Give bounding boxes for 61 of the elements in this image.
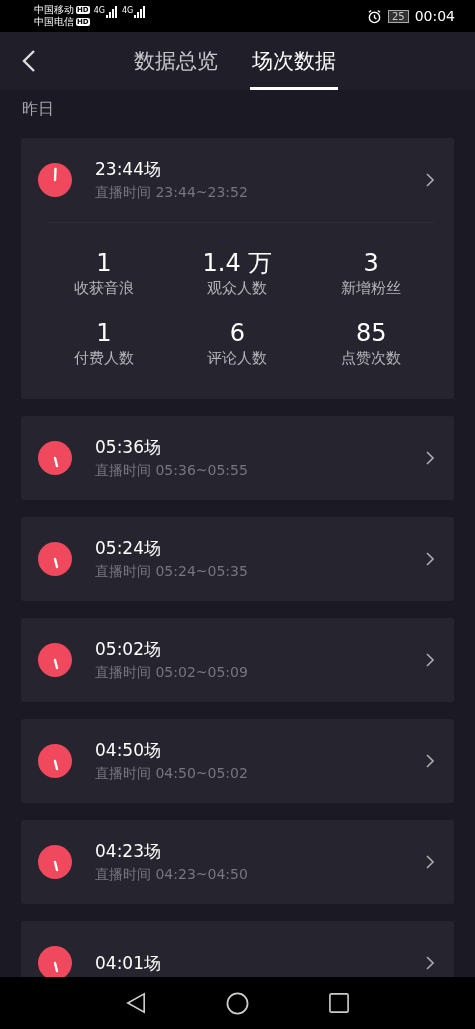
recents-icon[interactable] <box>329 993 349 1013</box>
stat-label: 点赞次数 <box>341 348 402 369</box>
session-card[interactable]: 23:44场 直播时间 23:44~23:52 1 收获音浪 1.4 万 观众人数 3 新增粉丝 1 付费人数 6 评论人数 85 点赞次数 <box>21 138 454 399</box>
signal-icon <box>134 6 147 18</box>
session-card[interactable]: 04:23场 直播时间 04:23~04:50 <box>21 820 454 904</box>
signal-icon <box>105 6 118 18</box>
clock-icon <box>37 440 73 476</box>
session-card[interactable]: 04:50场 直播时间 04:50~05:02 <box>21 719 454 803</box>
clock-icon <box>37 743 73 779</box>
session-title: 04:01场 <box>95 952 162 975</box>
session-time: 直播时间 23:44~23:52 <box>95 183 249 202</box>
stat-label: 付费人数 <box>73 348 134 369</box>
session-time: 直播时间 05:24~05:35 <box>95 562 249 581</box>
back-icon[interactable] <box>22 49 36 73</box>
clock-icon <box>37 642 73 678</box>
home-icon[interactable] <box>226 991 249 1015</box>
clock-time: 00:04 <box>414 8 455 24</box>
session-time: 直播时间 04:50~05:02 <box>95 764 249 783</box>
clock-icon <box>37 541 73 577</box>
session-time: 直播时间 05:36~05:55 <box>95 461 249 480</box>
clock-icon <box>37 844 73 880</box>
stat-value: 3 <box>363 249 379 277</box>
session-time: 直播时间 04:23~04:50 <box>95 865 249 884</box>
section-label: 昨日 <box>21 98 55 120</box>
session-title: 05:36场 <box>95 436 162 459</box>
session-title: 23:44场 <box>95 158 162 181</box>
stat-label: 收获音浪 <box>73 278 134 299</box>
session-card[interactable]: 04:01场 <box>21 921 454 977</box>
chevron-icon <box>426 956 434 970</box>
chevron-icon <box>426 653 434 667</box>
stat-value: 1 <box>96 249 112 277</box>
session-card[interactable]: 05:36场 直播时间 05:36~05:55 <box>21 416 454 500</box>
network-type: 4G <box>93 6 105 15</box>
stat-value: 1 <box>96 319 112 347</box>
session-title: 04:50场 <box>95 739 162 762</box>
stat-value: 6 <box>229 319 246 347</box>
back-nav-icon[interactable] <box>126 992 146 1014</box>
session-time: 直播时间 05:02~05:09 <box>95 663 249 682</box>
stat-label: 新增粉丝 <box>341 278 402 299</box>
carrier-name: 中国电信 <box>34 16 74 28</box>
session-title: 05:02场 <box>95 638 162 661</box>
chevron-icon <box>426 173 434 187</box>
chevron-icon <box>426 754 434 768</box>
session-card[interactable]: 05:02场 直播时间 05:02~05:09 <box>21 618 454 702</box>
alarm-icon <box>366 8 382 24</box>
session-card[interactable]: 05:24场 直播时间 05:24~05:35 <box>21 517 454 601</box>
carrier-name: 中国移动 <box>34 4 74 16</box>
chevron-icon <box>426 855 434 869</box>
clock-icon <box>37 945 73 977</box>
stat-value: 85 <box>355 319 387 347</box>
stat-label: 评论人数 <box>207 348 268 369</box>
session-title: 04:23场 <box>95 840 162 863</box>
battery-level: 25 <box>387 9 409 23</box>
chevron-icon <box>426 552 434 566</box>
network-type: 4G <box>121 6 134 15</box>
chevron-icon <box>426 451 434 465</box>
stat-label: 观众人数 <box>207 278 268 299</box>
session-title: 05:24场 <box>95 537 162 560</box>
stat-value: 1.4 万 <box>202 249 273 277</box>
tab[interactable]: 数据总览 <box>132 32 220 90</box>
clock-icon <box>37 162 73 198</box>
